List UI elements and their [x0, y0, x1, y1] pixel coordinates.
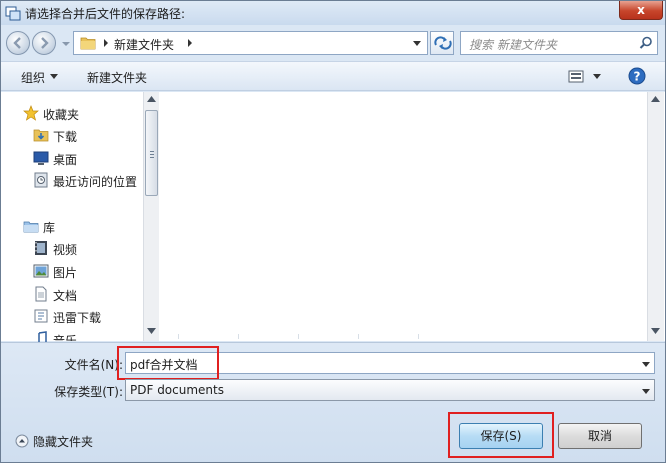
nav-item-pictures[interactable]: 图片 — [53, 264, 77, 282]
highlight-filename — [117, 346, 219, 380]
chevron-down-icon[interactable] — [50, 74, 58, 79]
breadcrumb-separator-icon[interactable] — [186, 38, 194, 48]
scroll-down-icon[interactable] — [651, 328, 660, 334]
nav-item-music[interactable]: 音乐 — [53, 332, 77, 341]
column-divider — [358, 334, 359, 339]
nav-item-video[interactable]: 视频 — [53, 241, 77, 259]
breadcrumb-separator-icon[interactable] — [102, 38, 110, 48]
search-placeholder[interactable]: 搜索 新建文件夹 — [469, 36, 557, 53]
organize-menu-button[interactable]: 组织 — [21, 69, 45, 86]
app-window-icon — [5, 6, 21, 21]
downloads-folder-icon — [33, 129, 49, 142]
scroll-up-icon[interactable] — [651, 96, 660, 102]
highlight-save — [448, 412, 554, 458]
command-toolbar: 组织 新建文件夹 ? — [1, 61, 665, 91]
save-form: 文件名(N): pdf合并文档 保存类型(T): PDF documents 隐… — [1, 342, 665, 462]
navigation-pane-scrollbar[interactable] — [143, 92, 159, 341]
scrollbar-grip — [150, 151, 154, 160]
hide-folders-label[interactable]: 隐藏文件夹 — [33, 433, 93, 450]
chevron-down-icon[interactable] — [642, 389, 650, 394]
close-button[interactable]: x — [619, 1, 663, 20]
documents-icon — [35, 286, 47, 302]
title-bar: 请选择合并后文件的保存路径: x — [1, 1, 665, 25]
back-arrow-icon — [13, 37, 21, 49]
address-bar-row: 新建文件夹 搜索 新建文件夹 — [1, 27, 665, 59]
file-list[interactable] — [160, 92, 647, 341]
chevron-up-circle-icon[interactable] — [15, 434, 29, 448]
nav-item-favorites[interactable]: 收藏夹 — [43, 106, 79, 124]
file-list-scrollbar[interactable] — [647, 92, 664, 341]
forward-button[interactable] — [32, 31, 56, 55]
search-icon[interactable] — [639, 36, 653, 50]
scroll-up-icon[interactable] — [147, 96, 156, 102]
recent-places-icon — [34, 172, 48, 188]
chevron-down-icon[interactable] — [593, 74, 601, 79]
recent-pages-chevron-icon[interactable] — [61, 39, 71, 49]
folder-icon — [80, 37, 96, 50]
nav-item-documents[interactable]: 文档 — [53, 287, 77, 305]
forward-arrow-icon — [41, 37, 49, 49]
breadcrumb-current-folder[interactable]: 新建文件夹 — [114, 36, 174, 53]
column-divider — [178, 334, 179, 339]
browser-pane: 收藏夹 下载 桌面 最近访问的位置 库 视频 图片 文档 迅雷下载 音乐 — [1, 92, 665, 346]
svg-text:?: ? — [634, 70, 641, 84]
filetype-selected-value[interactable]: PDF documents — [130, 383, 224, 397]
scroll-down-icon[interactable] — [147, 328, 156, 334]
change-view-icon[interactable] — [568, 70, 584, 83]
nav-item-desktop[interactable]: 桌面 — [53, 151, 77, 169]
filename-label: 文件名(N): — [64, 358, 123, 372]
video-icon — [35, 241, 47, 255]
nav-item-recent-places[interactable]: 最近访问的位置 — [53, 173, 137, 191]
search-box[interactable]: 搜索 新建文件夹 — [460, 31, 658, 55]
navigation-pane: 收藏夹 下载 桌面 最近访问的位置 库 视频 图片 文档 迅雷下载 音乐 — [1, 92, 143, 346]
desktop-icon — [33, 151, 49, 165]
window-title: 请选择合并后文件的保存路径: — [25, 7, 186, 21]
nav-item-thunder-download[interactable]: 迅雷下载 — [53, 309, 101, 327]
filetype-label: 保存类型(T): — [54, 385, 123, 399]
libraries-icon — [23, 221, 39, 233]
column-divider — [418, 334, 419, 339]
refresh-button[interactable] — [430, 31, 454, 55]
nav-item-downloads[interactable]: 下载 — [53, 128, 77, 146]
address-box[interactable]: 新建文件夹 — [73, 31, 428, 55]
column-divider — [298, 334, 299, 339]
chevron-down-icon[interactable] — [412, 40, 422, 47]
refresh-arrows-icon — [434, 36, 452, 50]
save-dialog: 请选择合并后文件的保存路径: x 新建文件夹 搜索 新建文件夹 组织 新建文件夹… — [0, 0, 666, 463]
nav-item-libraries[interactable]: 库 — [43, 219, 55, 237]
new-folder-button[interactable]: 新建文件夹 — [87, 69, 147, 86]
column-divider — [238, 334, 239, 339]
scrollbar-thumb[interactable] — [145, 110, 158, 196]
back-button[interactable] — [6, 31, 30, 55]
pictures-icon — [33, 264, 49, 278]
help-icon[interactable]: ? — [628, 67, 646, 85]
chevron-down-icon[interactable] — [642, 362, 650, 367]
filetype-select[interactable]: PDF documents — [125, 379, 655, 401]
cancel-button[interactable]: 取消 — [558, 423, 642, 449]
thunder-download-icon — [34, 309, 48, 323]
favorites-star-icon — [23, 105, 39, 121]
